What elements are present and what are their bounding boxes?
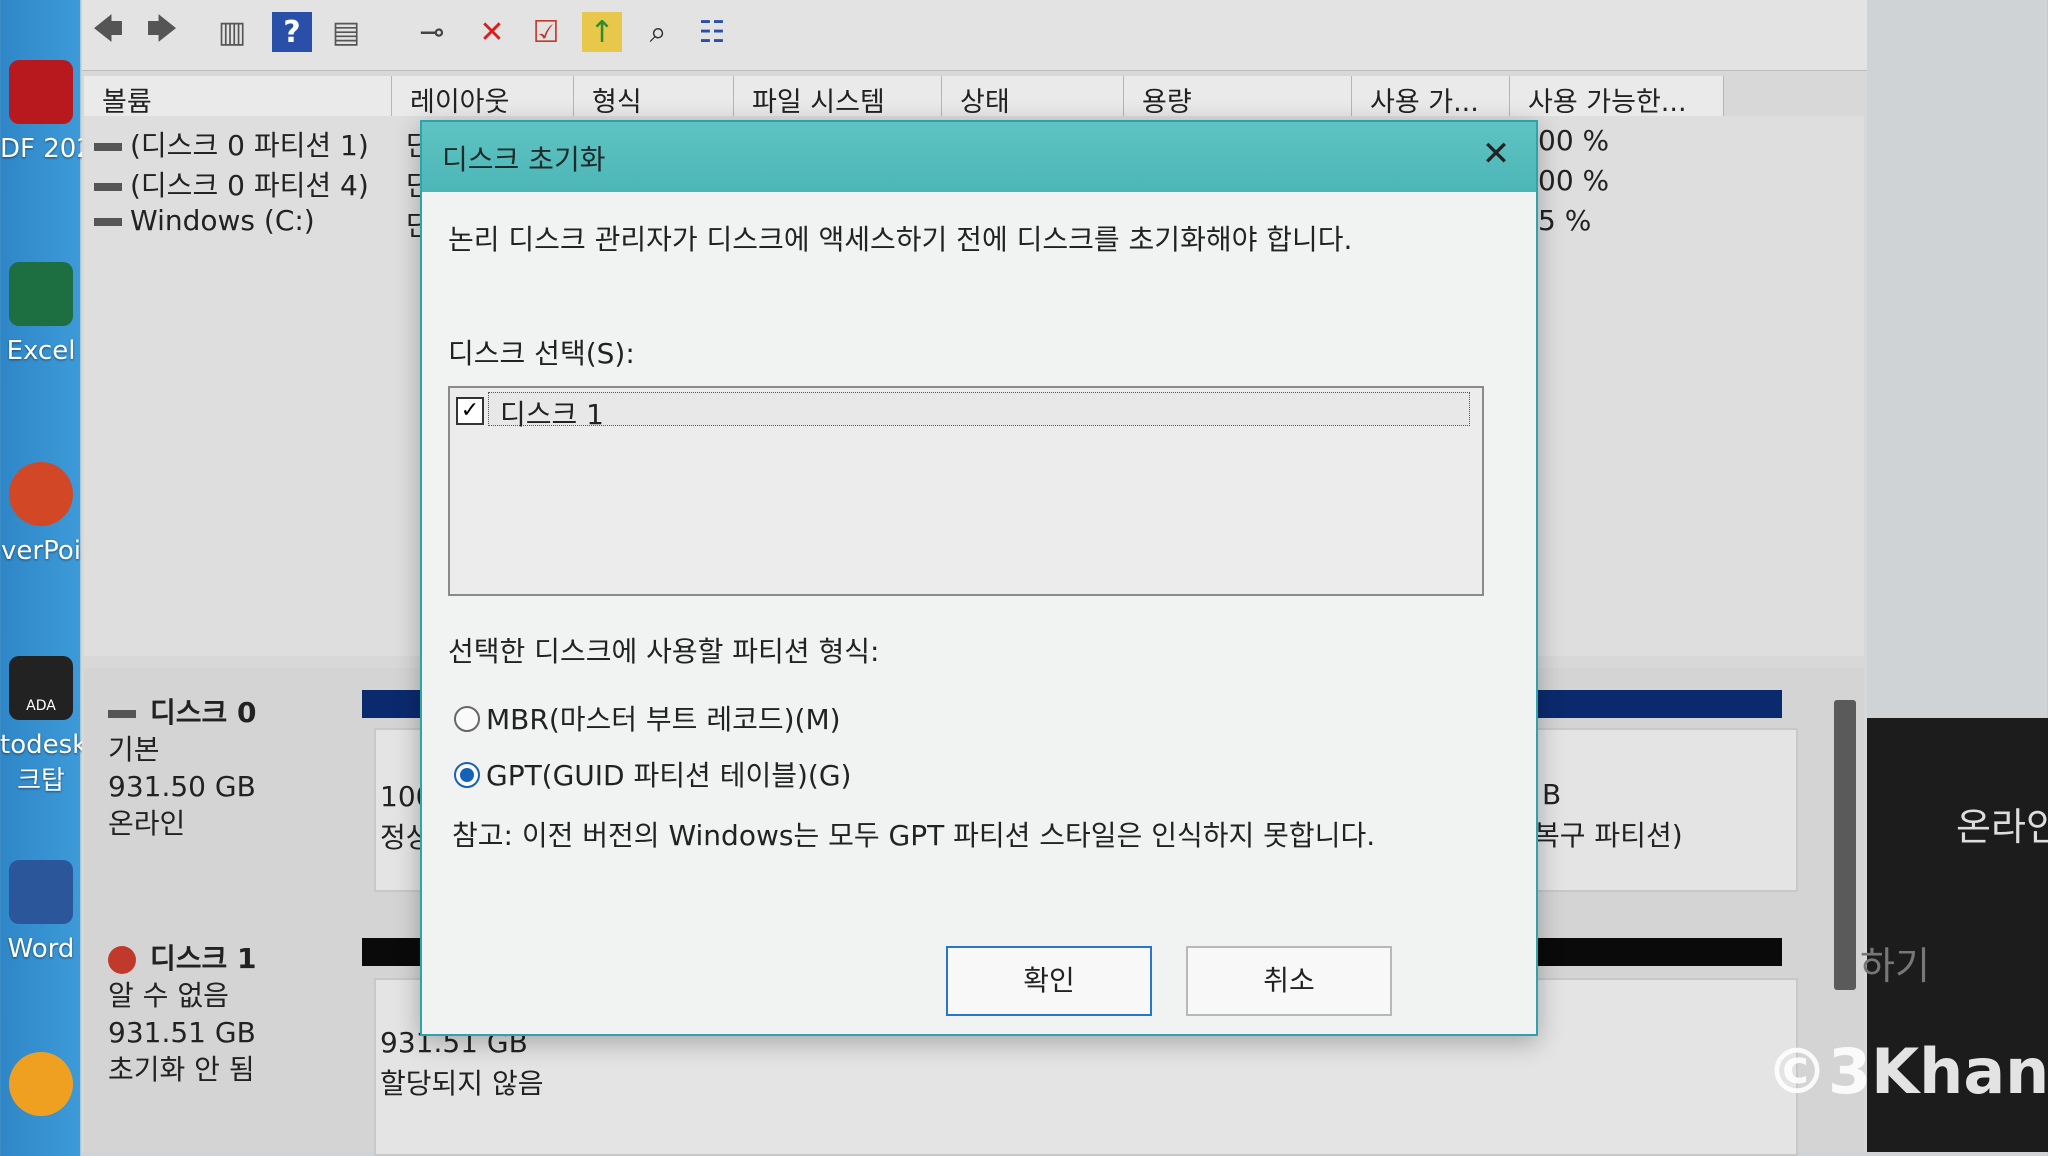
word-icon (9, 860, 73, 924)
table-row[interactable]: Windows (C:) 단 (94, 204, 432, 242)
dialog-title: 디스크 초기화 (442, 143, 606, 176)
percent-free-cell: 5 % (1538, 204, 1592, 237)
dialog-title-bar[interactable]: 디스크 초기화 ✕ (422, 122, 1536, 192)
disk1-info[interactable]: 디스크 1 알 수 없음 931.51 GB 초기화 안 됨 (108, 940, 257, 1088)
volume-icon (94, 183, 122, 191)
column-header-type[interactable]: 형식 (574, 76, 734, 116)
desktop-icon-pdf[interactable]: DF 202 (0, 60, 82, 164)
mbr-radio[interactable] (454, 706, 480, 732)
column-header-free-space[interactable]: 사용 가... (1352, 76, 1510, 116)
disk1-space-status: 할당되지 않음 (380, 1067, 544, 1100)
list-item-focus (488, 392, 1470, 426)
desktop-icon-label: Excel (6, 336, 76, 366)
properties-icon[interactable]: ☑ (526, 12, 566, 52)
disk0-info[interactable]: 디스크 0 기본 931.50 GB 온라인 (108, 694, 257, 842)
cancel-button[interactable]: 취소 (1186, 946, 1392, 1016)
autodesk-ada-text: ADA (26, 698, 56, 714)
gpt-radio[interactable] (454, 762, 480, 788)
help-icon[interactable]: ? (272, 12, 312, 52)
autodesk-icon: ADA (9, 656, 73, 720)
watermark: ©3Khan (1766, 1035, 2048, 1108)
column-header-status[interactable]: 상태 (942, 76, 1124, 116)
partition-style-label: 선택한 디스크에 사용할 파티션 형식: (448, 635, 880, 668)
desktop-icon-label: verPoi (1, 536, 81, 566)
table-row[interactable]: (디스크 0 파티션 1) 단 (94, 124, 432, 164)
percent-free-cell: 00 % (1538, 164, 1610, 197)
background-partial-text: 하기 (1860, 944, 1930, 988)
disk-icon (108, 710, 136, 718)
pdf-app-icon (9, 60, 73, 124)
export-list-icon[interactable]: ↑ (582, 12, 622, 52)
excel-icon (9, 262, 73, 326)
volume-icon (94, 143, 122, 151)
search-icon[interactable]: ⌕ (638, 12, 678, 52)
connect-icon[interactable]: ⊸ (412, 12, 452, 52)
disk-select-list[interactable]: ✓ 디스크 1 (448, 386, 1484, 596)
ok-button[interactable]: 확인 (946, 946, 1152, 1016)
background-online-text: 온라인 (1956, 805, 2048, 849)
powerpoint-icon (9, 462, 73, 526)
forward-arrow-icon[interactable]: 🡆 (142, 12, 182, 52)
desktop-icon-word[interactable]: Word (0, 860, 82, 964)
toolbar: 🡄 🡆 ▥ ? ▤ ⊸ ✕ ☑ ↑ ⌕ ☷ (82, 0, 1867, 71)
column-header-percent-free[interactable]: 사용 가능한... (1510, 76, 1724, 116)
percent-free-cell: 00 % (1538, 124, 1610, 157)
view-icon[interactable]: ☷ (692, 12, 732, 52)
desktop-icon-label: todesk (0, 730, 82, 760)
volume-name: (디스크 0 파티션 4) (130, 169, 369, 202)
delete-icon[interactable]: ✕ (472, 12, 512, 52)
initialize-disk-dialog: 디스크 초기화 ✕ 논리 디스크 관리자가 디스크에 액세스하기 전에 디스크를… (420, 120, 1538, 1036)
volume-name: Windows (C:) (130, 204, 315, 237)
disk0-status: 온라인 (108, 807, 186, 840)
volume-icon (94, 218, 122, 226)
back-arrow-icon[interactable]: 🡄 (88, 12, 128, 52)
disk-checkbox[interactable]: ✓ (456, 397, 484, 425)
desktop-icon-label-line2: 크탑 (17, 766, 65, 796)
desktop-icon-media[interactable] (0, 1052, 82, 1126)
desktop-icon-excel[interactable]: Excel (0, 262, 82, 366)
disk1-size: 931.51 GB (108, 1016, 256, 1049)
disk0-recovery-size: B (1542, 778, 1562, 811)
close-icon[interactable]: ✕ (1476, 134, 1516, 174)
column-header-capacity[interactable]: 용량 (1124, 76, 1352, 116)
disk-error-icon (108, 946, 136, 974)
desktop-icon-autodesk[interactable]: ADA todesk 크탑 (0, 656, 82, 797)
disk0-recovery-label: 복구 파티션) (1534, 819, 1683, 852)
disk0-size: 931.50 GB (108, 770, 256, 803)
volume-name: (디스크 0 파티션 1) (130, 129, 369, 162)
mbr-option-label: MBR(마스터 부트 레코드)(M) (486, 703, 841, 736)
column-header-volume[interactable]: 볼륨 (84, 76, 392, 116)
disk1-type: 알 수 없음 (108, 979, 229, 1012)
dialog-note: 참고: 이전 버전의 Windows는 모두 GPT 파티션 스타일은 인식하지… (452, 819, 1376, 852)
console-tree-icon[interactable]: ▥ (212, 12, 252, 52)
disk1-status: 초기화 안 됨 (108, 1053, 255, 1086)
list-item[interactable]: ✓ 디스크 1 (456, 392, 1472, 431)
desktop-icon-label: Word (7, 934, 75, 964)
action-pane-icon[interactable]: ▤ (326, 12, 366, 52)
graph-scrollbar[interactable] (1834, 700, 1856, 990)
disk0-name: 디스크 0 (150, 696, 257, 729)
column-header-layout[interactable]: 레이아웃 (392, 76, 574, 116)
desktop-icon-powerpoint[interactable]: verPoi (0, 462, 82, 566)
disk-item-label: 디스크 1 (500, 398, 604, 431)
disk1-name: 디스크 1 (150, 942, 257, 975)
media-player-icon (9, 1052, 73, 1116)
disk0-type: 기본 (108, 733, 160, 766)
disk0-partition-recovery[interactable] (1534, 728, 1798, 892)
disk-select-label: 디스크 선택(S): (448, 337, 635, 370)
table-row[interactable]: (디스크 0 파티션 4) 단 (94, 164, 432, 204)
column-header-filesystem[interactable]: 파일 시스템 (734, 76, 942, 116)
desktop-icon-label: DF 202 (0, 134, 82, 164)
gpt-option-label: GPT(GUID 파티션 테이블)(G) (486, 759, 852, 792)
dialog-message: 논리 디스크 관리자가 디스크에 액세스하기 전에 디스크를 초기화해야 합니다… (448, 223, 1353, 256)
volume-column-headers: 볼륨 레이아웃 형식 파일 시스템 상태 용량 사용 가... 사용 가능한..… (84, 76, 1724, 117)
